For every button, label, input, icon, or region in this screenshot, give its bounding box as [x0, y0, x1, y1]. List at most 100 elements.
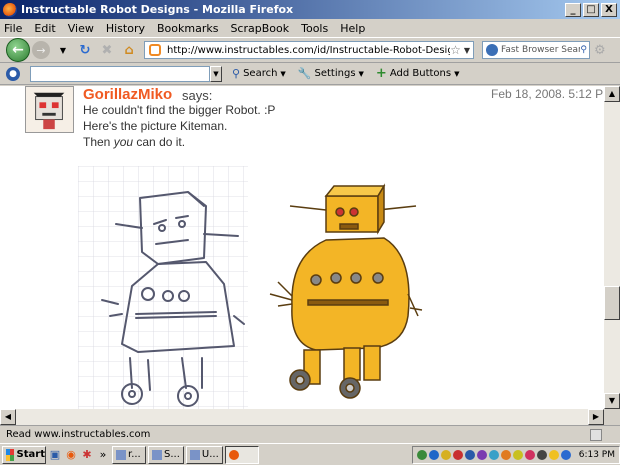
addon-settings-button[interactable]: 🔧 Settings ▼ — [298, 67, 364, 80]
addon-search-input[interactable] — [30, 65, 210, 82]
search-icon: ⚲ — [232, 67, 241, 80]
tray-icon[interactable] — [452, 449, 463, 460]
navigation-toolbar: ← → ▼ ↻ ✖ ⌂ http://www.instructables.com… — [0, 37, 620, 63]
firefox-icon — [228, 449, 239, 460]
minimize-button[interactable]: _ — [565, 2, 581, 17]
volume-icon[interactable] — [560, 449, 571, 460]
close-button[interactable]: X — [601, 2, 617, 17]
menu-bookmarks[interactable]: Bookmarks — [157, 22, 218, 35]
chevron-down-icon: ▼ — [454, 69, 460, 78]
firefox-icon — [3, 2, 17, 17]
status-panel-icon[interactable] — [590, 428, 602, 441]
status-bar: Read www.instructables.com — [0, 425, 620, 443]
wrench-icon: 🔧 — [297, 67, 312, 80]
scroll-down-arrow-icon[interactable]: ▼ — [604, 393, 620, 409]
addon-add-buttons-button[interactable]: + Add Buttons ▼ — [376, 66, 460, 81]
vertical-scrollbar[interactable]: ▲ ▼ — [604, 86, 620, 409]
search-icon[interactable]: ⚲ — [580, 45, 587, 55]
search-box[interactable]: Fast Browser Search ⚲ — [482, 41, 590, 59]
quicklaunch-firefox-icon[interactable]: ◉ — [64, 448, 78, 462]
taskbar-item-1[interactable]: r... — [112, 445, 146, 464]
window-titlebar: Instructable Robot Designs - Mozilla Fir… — [0, 0, 620, 19]
chevron-down-icon: ▼ — [358, 69, 364, 78]
home-icon[interactable]: ⌂ — [120, 41, 138, 59]
maximize-button[interactable]: □ — [583, 2, 599, 17]
comment-line-3-emphasis: you — [113, 135, 134, 149]
quicklaunch-desktop-icon[interactable]: ▣ — [48, 448, 62, 462]
menu-edit[interactable]: Edit — [34, 22, 55, 35]
addon-settings-label: Settings — [314, 68, 356, 79]
task-icon — [116, 449, 126, 460]
addon-search-button[interactable]: ⚲ Search ▼ — [232, 67, 286, 80]
gear-icon[interactable]: ⚙ — [594, 43, 606, 58]
menu-view[interactable]: View — [68, 22, 94, 35]
menu-history[interactable]: History — [106, 22, 145, 35]
comment-line-3-pre: Then — [83, 135, 114, 149]
vertical-scroll-thumb[interactable] — [604, 286, 620, 320]
tray-icon[interactable] — [428, 449, 439, 460]
page-content: GorillazMiko says: Feb 18, 2008. 5:12 P … — [0, 86, 604, 409]
tray-icon[interactable] — [536, 449, 547, 460]
menu-scrapbook[interactable]: ScrapBook — [230, 22, 289, 35]
search-placeholder[interactable]: Fast Browser Search — [501, 45, 580, 55]
plus-icon: + — [375, 66, 387, 81]
forward-button[interactable]: → — [32, 41, 50, 59]
comment-line-2: Here's the picture Kiteman. — [83, 119, 228, 133]
scroll-right-arrow-icon[interactable]: ▶ — [588, 409, 604, 425]
comment-username[interactable]: GorillazMiko — [83, 86, 172, 103]
robot-drawing-image — [78, 166, 423, 409]
taskbar-item-firefox[interactable] — [224, 445, 259, 464]
history-dropdown-button[interactable]: ▼ — [54, 41, 72, 59]
quicklaunch-app-icon[interactable]: ✱ — [80, 448, 94, 462]
stop-icon[interactable]: ✖ — [98, 41, 116, 59]
avatar[interactable] — [25, 86, 74, 133]
tray-icon[interactable] — [500, 449, 511, 460]
chevron-down-icon: ▼ — [280, 69, 286, 78]
comment-line-3-post: can do it. — [133, 135, 186, 149]
tray-icon[interactable] — [440, 449, 451, 460]
addon-dropdown-icon[interactable]: ▼ — [210, 65, 222, 82]
comment-says: says: — [182, 88, 213, 103]
scroll-up-arrow-icon[interactable]: ▲ — [604, 86, 620, 102]
addon-logo-icon[interactable]: ● — [6, 66, 20, 81]
site-favicon-icon — [149, 44, 161, 56]
heart-icon[interactable] — [524, 449, 535, 460]
taskbar-item-3[interactable]: U... — [185, 445, 223, 464]
tray-icon[interactable] — [416, 449, 427, 460]
taskbar-item-3-label: U... — [201, 449, 219, 460]
comment-date: Feb 18, 2008. 5:12 P — [491, 87, 604, 101]
menu-tools[interactable]: Tools — [301, 22, 328, 35]
url-text[interactable]: http://www.instructables.com/id/Instruct… — [167, 45, 450, 56]
back-arrow-icon: ← — [12, 42, 24, 58]
addon-toolbar: ● ▼ ⚲ Search ▼ 🔧 Settings ▼ + Add Button… — [0, 63, 620, 85]
taskbar-clock[interactable]: 6:13 PM — [579, 450, 615, 460]
start-button[interactable]: Start — [2, 445, 46, 464]
smiley-icon[interactable] — [548, 449, 559, 460]
addon-add-buttons-label: Add Buttons — [389, 68, 452, 79]
tray-icon[interactable] — [464, 449, 475, 460]
url-dropdown-icon[interactable]: ▼ — [464, 46, 470, 55]
menu-file[interactable]: File — [4, 22, 22, 35]
bookmark-star-icon[interactable]: ☆ — [450, 43, 461, 57]
taskbar-item-2[interactable]: S... — [148, 445, 184, 464]
reload-icon[interactable]: ↻ — [76, 41, 94, 59]
search-engine-icon[interactable] — [486, 44, 498, 56]
url-bar[interactable]: http://www.instructables.com/id/Instruct… — [144, 41, 474, 59]
comment-line-1: He couldn't find the bigger Robot. :P — [83, 103, 276, 117]
scroll-left-arrow-icon[interactable]: ◀ — [0, 409, 16, 425]
status-text: Read www.instructables.com — [6, 429, 151, 440]
window-controls: _ □ X — [565, 2, 617, 17]
horizontal-scrollbar[interactable]: ◀ ▶ — [0, 409, 604, 425]
tray-icon[interactable] — [512, 449, 523, 460]
forward-arrow-icon: → — [36, 43, 46, 57]
tray-icon[interactable] — [488, 449, 499, 460]
scroll-corner — [604, 409, 620, 425]
task-icon — [152, 449, 162, 460]
tray-icon[interactable] — [476, 449, 487, 460]
system-tray: 6:13 PM — [411, 445, 620, 464]
menu-help[interactable]: Help — [340, 22, 365, 35]
back-button[interactable]: ← — [6, 38, 30, 62]
quicklaunch-more-icon[interactable]: » — [96, 448, 110, 462]
menu-bar: File Edit View History Bookmarks ScrapBo… — [0, 19, 620, 37]
addon-search-label: Search — [243, 68, 278, 79]
